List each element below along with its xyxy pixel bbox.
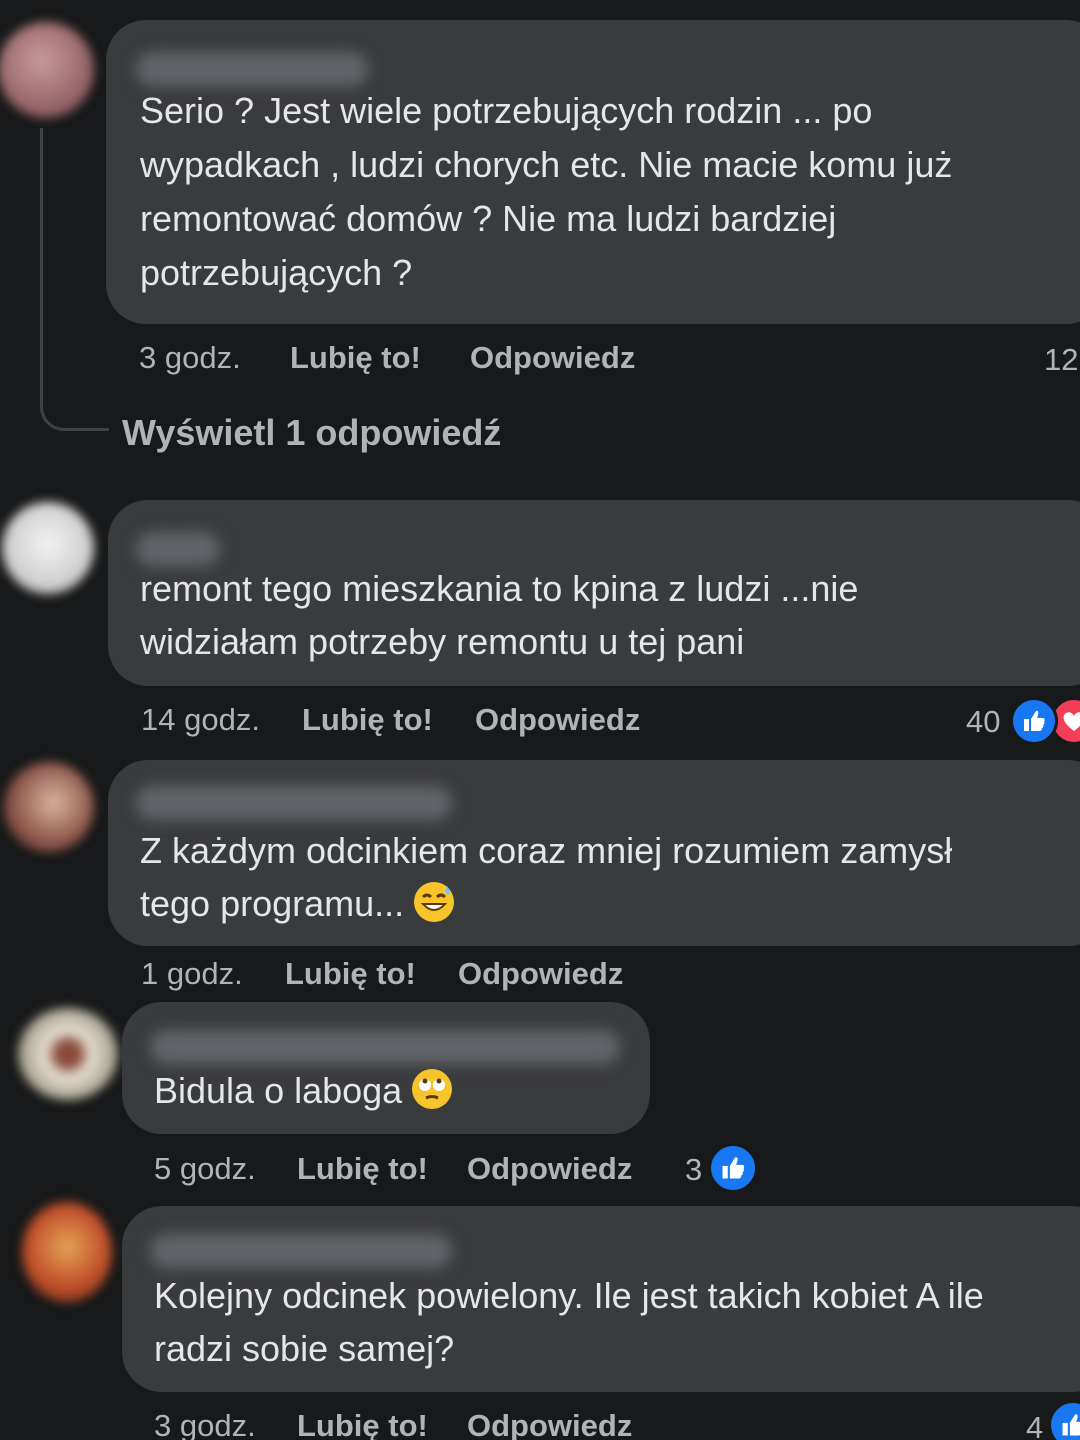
avatar[interactable]	[0, 22, 94, 118]
comment-text-line: Serio ? Jest wiele potrzebujących rodzin…	[140, 90, 873, 131]
comment-text: Bidula o laboga	[154, 1070, 403, 1111]
comment-time[interactable]: 14 godz.	[141, 700, 260, 740]
comment-bubble: Z każdym odcinkiem coraz mniej rozumiem …	[108, 760, 1080, 946]
rolling-eyes-emoji	[412, 1069, 453, 1109]
comment-text-line: wypadkach , ludzi chorych etc. Nie macie…	[140, 144, 953, 185]
reply-button[interactable]: Odpowiedz	[475, 700, 640, 740]
like-button[interactable]: Lubię to!	[290, 338, 421, 378]
reaction-count[interactable]: 4	[1026, 1408, 1043, 1440]
reaction-count[interactable]: 12	[1044, 340, 1078, 380]
comment-bubble: Bidula o laboga	[122, 1002, 650, 1134]
reaction-count[interactable]: 3	[685, 1150, 702, 1190]
comment-bubble: Kolejny odcinek powielony. Ile jest taki…	[122, 1206, 1080, 1392]
like-button[interactable]: Lubię to!	[302, 700, 433, 740]
reply-button[interactable]: Odpowiedz	[467, 1406, 632, 1440]
comment-text-line: potrzebujących ?	[140, 252, 413, 293]
like-reaction-icon	[1010, 697, 1058, 745]
like-button[interactable]: Lubię to!	[297, 1149, 428, 1189]
comment-text-line: Bidula o laboga	[154, 1064, 453, 1118]
comment-text-line: Z każdym odcinkiem coraz mniej rozumiem …	[140, 830, 953, 871]
commenter-name[interactable]	[136, 532, 220, 566]
comment-time[interactable]: 3 godz.	[154, 1406, 256, 1440]
reply-button[interactable]: Odpowiedz	[467, 1149, 632, 1189]
reaction-count[interactable]: 40	[966, 702, 1000, 742]
comment-text-line: tego programu...	[140, 877, 455, 931]
avatar[interactable]	[4, 762, 94, 852]
avatar[interactable]	[2, 502, 94, 594]
comment-text-line: widziałam potrzeby remontu u tej pani	[140, 621, 745, 662]
commenter-name[interactable]	[150, 1234, 452, 1268]
avatar[interactable]	[18, 1008, 118, 1100]
like-button[interactable]: Lubię to!	[297, 1406, 428, 1440]
like-button[interactable]: Lubię to!	[285, 954, 416, 994]
comment-time[interactable]: 1 godz.	[141, 954, 243, 994]
comment-bubble: Serio ? Jest wiele potrzebujących rodzin…	[106, 20, 1080, 324]
comment-text-line: Kolejny odcinek powielony. Ile jest taki…	[154, 1275, 984, 1316]
comment-text-line: remont tego mieszkania to kpina z ludzi …	[140, 568, 859, 609]
comment-text: tego programu...	[140, 883, 405, 924]
comment-bubble: remont tego mieszkania to kpina z ludzi …	[108, 500, 1080, 686]
like-reaction-icon	[1048, 1400, 1080, 1440]
grinning-sweat-emoji	[414, 882, 455, 922]
view-replies-link[interactable]: Wyświetl 1 odpowiedź	[122, 412, 501, 454]
commenter-name[interactable]	[150, 1030, 620, 1064]
like-reaction-icon	[708, 1143, 758, 1193]
comments-section: Serio ? Jest wiele potrzebujących rodzin…	[0, 0, 1080, 1440]
reply-button[interactable]: Odpowiedz	[470, 338, 635, 378]
reply-button[interactable]: Odpowiedz	[458, 954, 623, 994]
thread-line	[40, 128, 109, 431]
commenter-name[interactable]	[136, 52, 368, 86]
comment-text-line: radzi sobie samej?	[154, 1328, 455, 1369]
comment-time[interactable]: 3 godz.	[139, 338, 241, 378]
commenter-name[interactable]	[136, 786, 452, 820]
avatar[interactable]	[22, 1202, 112, 1302]
comment-time[interactable]: 5 godz.	[154, 1149, 256, 1189]
comment-text-line: remontować domów ? Nie ma ludzi bardziej	[140, 198, 837, 239]
